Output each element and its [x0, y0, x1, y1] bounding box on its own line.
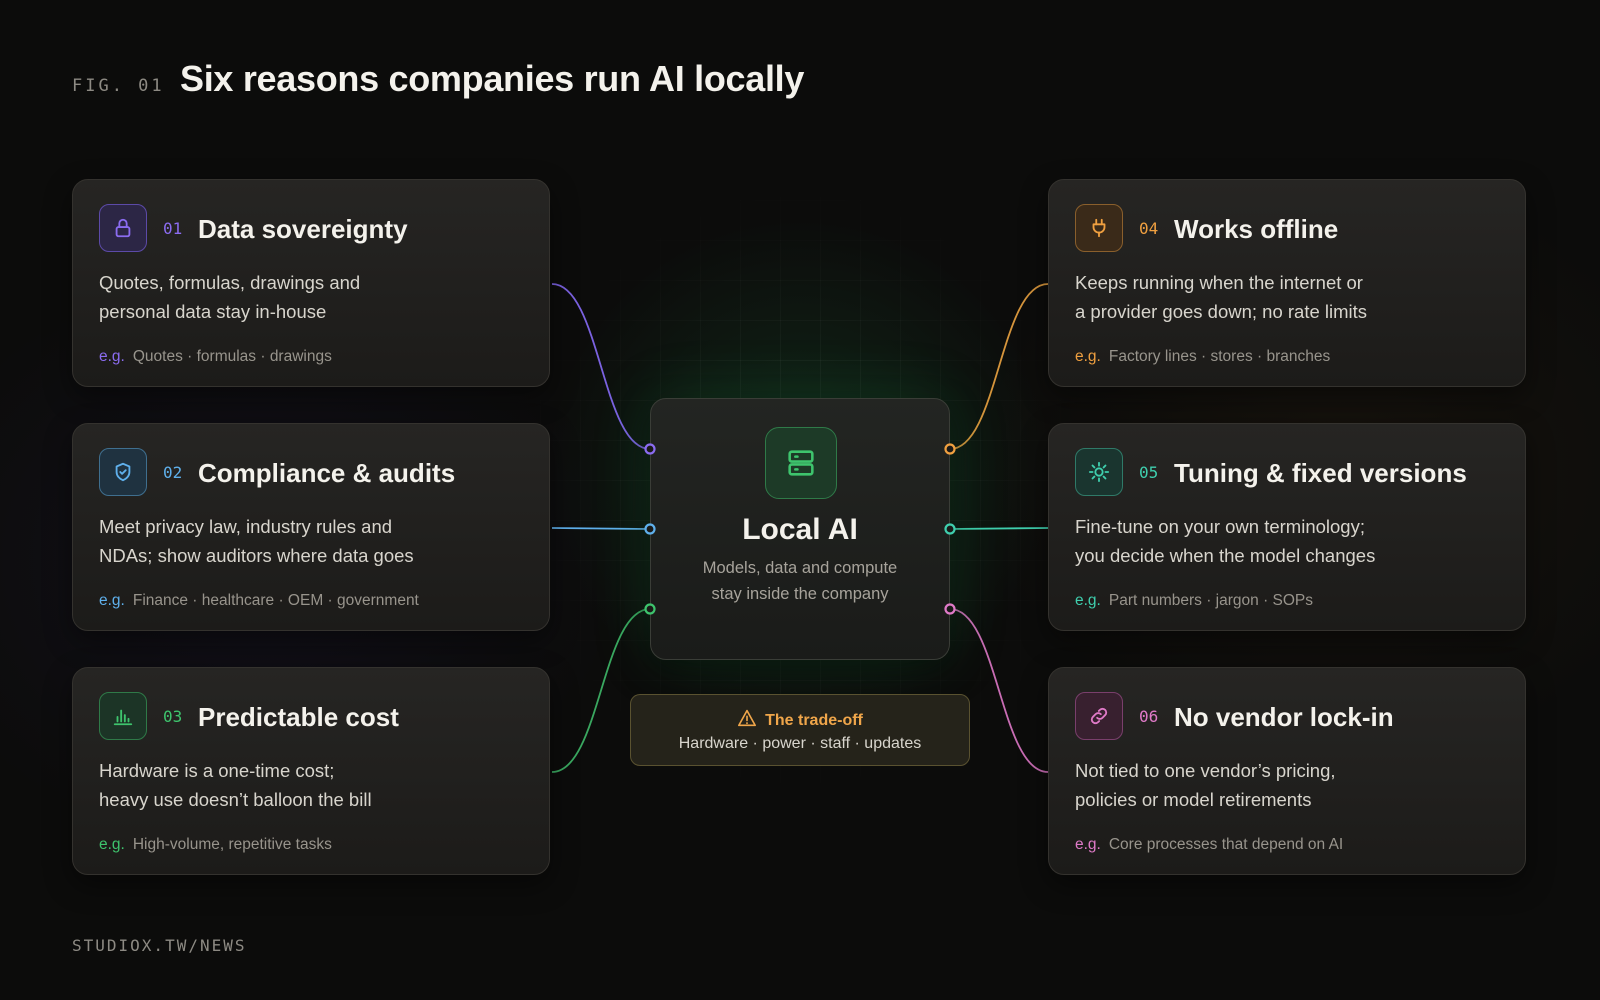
connector-dot-02 [644, 523, 656, 535]
connector-dot-05 [944, 523, 956, 535]
warning-icon [737, 709, 757, 732]
connector-dot-01 [644, 443, 656, 455]
tradeoff-label: The trade-off [765, 711, 863, 729]
connector-dot-04 [944, 443, 956, 455]
tradeoff-text: Hardware · power · staff · updates [678, 735, 922, 752]
footer-source: STUDIOX.TW/NEWS [72, 936, 247, 955]
connector-dot-03 [644, 603, 656, 615]
tradeoff-box: The trade-off Hardware · power · staff ·… [630, 694, 970, 766]
connector-dots [644, 443, 956, 615]
connector-dot-06 [944, 603, 956, 615]
